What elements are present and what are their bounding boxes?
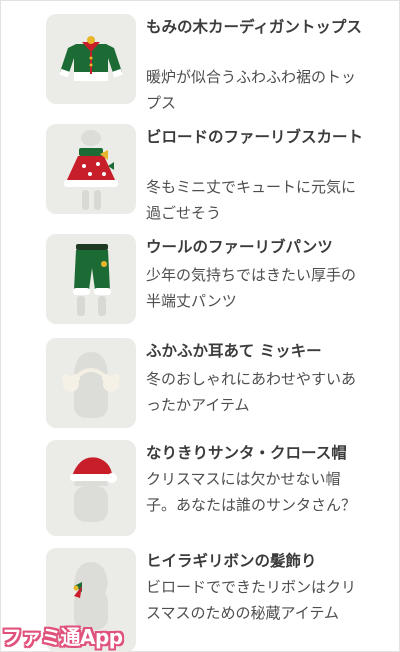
- item-thumbnail: [46, 124, 136, 214]
- item-title: なりきりサンタ・クロース帽: [146, 444, 347, 462]
- famitsu-app-watermark: ファミ通App: [2, 621, 123, 649]
- item-description: クリスマスには欠かせない帽子。あなたは誰のサンタさん？: [146, 470, 357, 514]
- item-title: ふかふか耳あて ミッキー: [146, 342, 322, 360]
- item-thumbnail: [46, 14, 136, 104]
- item-description: 冬のおしゃれにあわせやすいあったかアイテム: [146, 370, 357, 414]
- watermark-text: ファミ通App: [2, 624, 123, 649]
- item-description: 少年の気持ちではきたい厚手の半端丈パンツ: [146, 266, 357, 310]
- item-thumbnail: [46, 338, 136, 428]
- item-title: もみの木カーディガントップス: [146, 18, 362, 36]
- list-item[interactable]: もみの木カーディガントップス 暖炉が似合うふわふわ裾のトップス: [0, 14, 400, 114]
- earmuffs-icon: [62, 352, 120, 418]
- item-title: ヒイラギリボンの髪飾り: [146, 552, 317, 570]
- item-thumbnail: [46, 234, 136, 324]
- green-cardigan-icon: [59, 36, 123, 81]
- item-description: ビロードでできたリボンはクリスマスのための秘蔵アイテム: [146, 578, 357, 622]
- list-item[interactable]: ウールのファーリブパンツ 少年の気持ちではきたい厚手の半端丈パンツ: [0, 234, 400, 334]
- list-item[interactable]: ふかふか耳あて ミッキー 冬のおしゃれにあわせやすいあったかアイテム: [0, 338, 400, 438]
- santa-hat-icon: [70, 457, 117, 522]
- red-skirt-icon: [64, 130, 118, 210]
- item-title: ウールのファーリブパンツ: [146, 238, 333, 256]
- list-item[interactable]: ビロードのファーリブスカート 冬もミニ丈でキュートに元気に過ごせそう: [0, 124, 400, 224]
- item-title: ビロードのファーリブスカート: [146, 128, 364, 146]
- list-item[interactable]: なりきりサンタ・クロース帽 クリスマスには欠かせない帽子。あなたは誰のサンタさん…: [0, 440, 400, 540]
- item-description: 冬もミニ丈でキュートに元気に過ごせそう: [146, 178, 357, 222]
- item-thumbnail: [46, 440, 136, 536]
- item-description: 暖炉が似合うふわふわ裾のトップス: [146, 68, 357, 112]
- green-pants-icon: [73, 244, 111, 316]
